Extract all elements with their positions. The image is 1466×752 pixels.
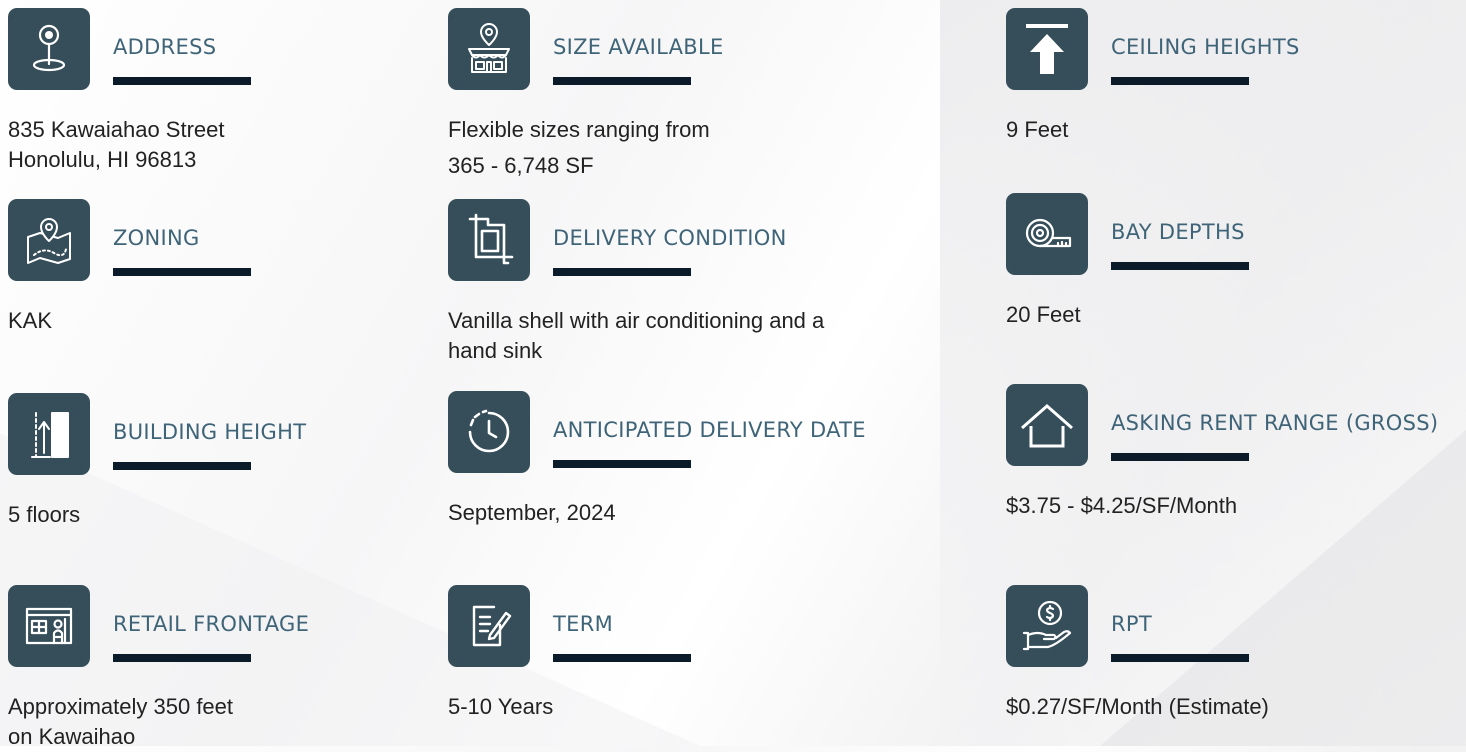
edit-document-icon bbox=[448, 585, 530, 667]
clock-icon bbox=[448, 391, 530, 473]
divider bbox=[113, 654, 251, 662]
feature-label: ASKING RENT RANGE (GROSS) bbox=[1111, 411, 1439, 435]
divider bbox=[113, 77, 251, 85]
feature-value: $0.27/SF/Month (Estimate) bbox=[1006, 694, 1269, 719]
feature-value: $3.75 - $4.25/SF/Month bbox=[1006, 493, 1238, 518]
feature-label: CEILING HEIGHTS bbox=[1111, 35, 1300, 59]
feature-label: RPT bbox=[1111, 612, 1152, 636]
feature-label: ZONING bbox=[113, 226, 200, 250]
feature-value: Vanilla shell with air conditioning and … bbox=[448, 308, 825, 363]
feature-label: ANTICIPATED DELIVERY DATE bbox=[553, 418, 866, 442]
crop-icon bbox=[448, 199, 530, 281]
divider bbox=[1111, 262, 1249, 270]
divider bbox=[553, 77, 691, 85]
tape-measure-icon bbox=[1006, 193, 1088, 275]
dollar-hand-icon bbox=[1006, 585, 1088, 667]
feature-value: September, 2024 bbox=[448, 500, 616, 525]
divider bbox=[1111, 453, 1249, 461]
divider bbox=[553, 460, 691, 468]
storefront-icon bbox=[8, 585, 90, 667]
feature-value: 5-10 Years bbox=[448, 694, 554, 719]
feature-value: 9 Feet bbox=[1006, 117, 1069, 142]
feature-label: BUILDING HEIGHT bbox=[113, 420, 307, 444]
feature-label: TERM bbox=[553, 612, 614, 636]
feature-value: KAK bbox=[8, 308, 53, 333]
feature-label: SIZE AVAILABLE bbox=[553, 35, 724, 59]
location-pin-icon bbox=[8, 8, 90, 90]
feature-label: DELIVERY CONDITION bbox=[553, 226, 787, 250]
store-location-icon bbox=[448, 8, 530, 90]
divider bbox=[1111, 77, 1249, 85]
feature-label: ADDRESS bbox=[113, 35, 217, 59]
house-icon bbox=[1006, 384, 1088, 466]
building-height-icon bbox=[8, 393, 90, 475]
divider bbox=[1111, 654, 1249, 662]
feature-value: 5 floors bbox=[8, 502, 81, 527]
map-pin-icon bbox=[8, 199, 90, 281]
feature-value: Flexible sizes ranging from 365 - 6,748 S… bbox=[448, 117, 710, 178]
feature-value: 835 Kawaiahao Street Honolulu, HI 96813 bbox=[8, 117, 225, 172]
feature-value: Approximately 350 feet on Kawaihao bbox=[8, 694, 234, 749]
divider bbox=[113, 462, 251, 470]
feature-value: 20 Feet bbox=[1006, 302, 1081, 327]
divider bbox=[553, 654, 691, 662]
feature-label: RETAIL FRONTAGE bbox=[113, 612, 310, 636]
feature-label: BAY DEPTHS bbox=[1111, 220, 1245, 244]
divider bbox=[113, 268, 251, 276]
arrow-up-icon bbox=[1006, 8, 1088, 90]
divider bbox=[553, 268, 691, 276]
